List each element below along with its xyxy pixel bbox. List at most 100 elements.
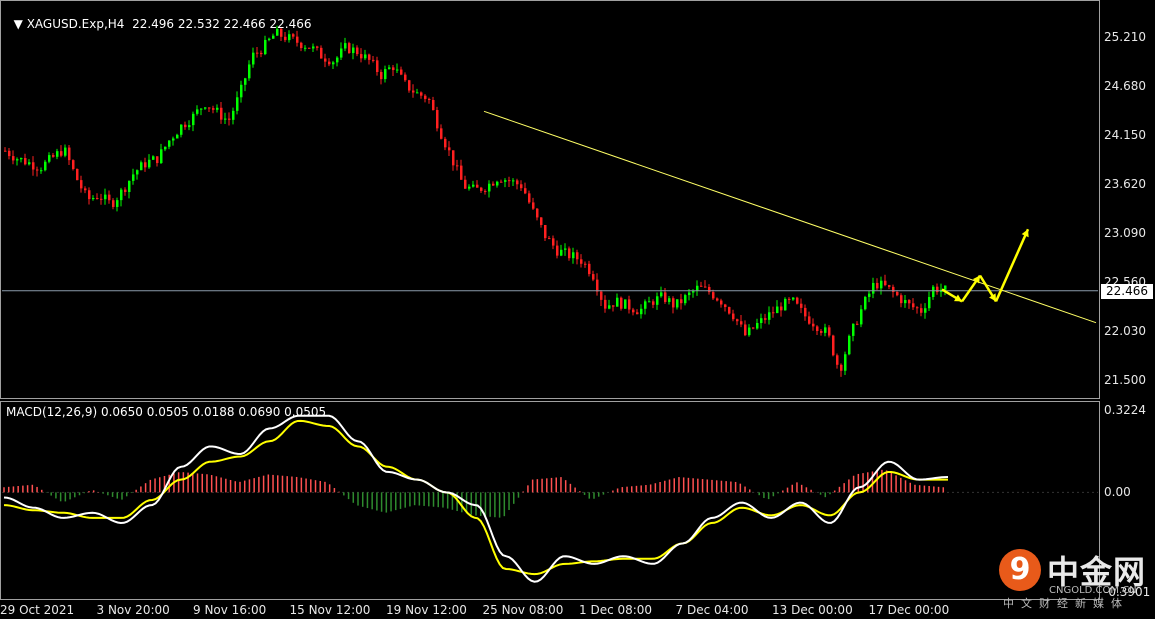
candle-body xyxy=(364,54,367,59)
candle-body xyxy=(720,300,723,305)
price-tick-label: 22.030 xyxy=(1104,324,1146,338)
candle-body xyxy=(880,280,883,289)
candle-body xyxy=(172,138,175,141)
candle-body xyxy=(668,298,671,302)
candle-body xyxy=(596,279,599,292)
candle-body xyxy=(936,286,939,293)
candle-body xyxy=(664,292,667,302)
candle-body xyxy=(584,263,587,265)
candle-body xyxy=(896,291,899,296)
candle-body xyxy=(376,60,379,73)
candle-body xyxy=(124,189,127,193)
price-tick-label: 24.150 xyxy=(1104,128,1146,142)
candle-body xyxy=(748,327,751,336)
chart-canvas[interactable] xyxy=(0,0,1155,619)
candle-body xyxy=(676,299,679,308)
candle-body xyxy=(372,59,375,61)
time-tick-label: 17 Dec 00:00 xyxy=(868,603,950,617)
candle-body xyxy=(432,100,435,111)
price-tick-label: 21.500 xyxy=(1104,373,1146,387)
candle-body xyxy=(388,67,391,70)
candle-body xyxy=(544,224,547,239)
candle-body xyxy=(812,323,815,327)
candle-body xyxy=(500,181,503,183)
candle-body xyxy=(20,158,23,160)
candle-body xyxy=(420,92,423,96)
candle-body xyxy=(4,150,7,152)
candle-body xyxy=(840,364,843,371)
candle-body xyxy=(684,295,687,304)
candle-body xyxy=(112,200,115,207)
candle-body xyxy=(588,263,591,275)
candle-body xyxy=(80,180,83,189)
candle-body xyxy=(704,286,707,288)
candle-body xyxy=(536,208,539,218)
candle-body xyxy=(712,292,715,299)
logo-tagline: 中文财经新媒体 xyxy=(1003,597,1129,610)
candle-body xyxy=(832,335,835,356)
time-tick-label: 25 Nov 08:00 xyxy=(482,603,564,617)
candle-body xyxy=(576,252,579,260)
candle-body xyxy=(824,327,827,333)
candle-body xyxy=(612,305,615,307)
candle-body xyxy=(368,54,371,60)
candle-body xyxy=(756,323,759,329)
candle-body xyxy=(800,303,803,308)
candle-body xyxy=(312,46,315,49)
candle-body xyxy=(716,298,719,301)
candle-body xyxy=(724,304,727,308)
candle-body xyxy=(848,335,851,355)
candle-body xyxy=(564,248,567,250)
candle-body xyxy=(508,180,511,182)
candle-body xyxy=(40,170,43,172)
candle-body xyxy=(816,326,819,332)
candle-body xyxy=(608,305,611,309)
candle-body xyxy=(316,46,319,48)
candle-body xyxy=(204,107,207,109)
candle-body xyxy=(104,194,107,200)
symbol-label: XAGUSD.Exp,H4 xyxy=(26,17,125,31)
candle-body xyxy=(128,180,131,193)
candle-body xyxy=(288,34,291,41)
candle-body xyxy=(732,313,735,320)
candle-body xyxy=(224,118,227,120)
candle-body xyxy=(788,298,791,300)
candle-body xyxy=(924,308,927,313)
candle-body xyxy=(384,69,387,80)
candle-body xyxy=(236,97,239,111)
candle-body xyxy=(68,147,71,161)
candle-body xyxy=(496,181,499,186)
candle-body xyxy=(852,323,855,336)
candle-body xyxy=(12,156,15,161)
candle-body xyxy=(328,61,331,65)
candle-body xyxy=(404,74,407,81)
candle-body xyxy=(440,128,443,139)
candle-body xyxy=(776,306,779,314)
candle-body xyxy=(24,158,27,165)
candle-body xyxy=(84,188,87,191)
candle-body xyxy=(296,36,299,43)
candle-body xyxy=(260,52,263,55)
candle-body xyxy=(256,52,259,54)
dropdown-triangle-icon[interactable]: ▼ xyxy=(14,17,27,31)
candle-body xyxy=(360,54,363,59)
candle-body xyxy=(744,324,747,336)
candle-body xyxy=(808,316,811,324)
candle-body xyxy=(888,285,891,287)
candle-body xyxy=(36,169,39,171)
candle-body xyxy=(728,307,731,314)
ohlc-readout: 22.496 22.532 22.466 22.466 xyxy=(132,17,312,31)
candle-body xyxy=(752,327,755,329)
macd-tick-label: 0.00 xyxy=(1104,485,1131,500)
candle-body xyxy=(736,319,739,322)
candle-body xyxy=(740,321,743,325)
candle-body xyxy=(220,107,223,120)
time-tick-label: 29 Oct 2021 xyxy=(0,603,75,617)
candle-body xyxy=(144,162,147,168)
candle-body xyxy=(120,189,123,201)
candle-body xyxy=(444,138,447,148)
candle-body xyxy=(212,108,215,110)
candle-body xyxy=(268,38,271,40)
candle-body xyxy=(860,309,863,325)
candle-body xyxy=(152,156,155,160)
